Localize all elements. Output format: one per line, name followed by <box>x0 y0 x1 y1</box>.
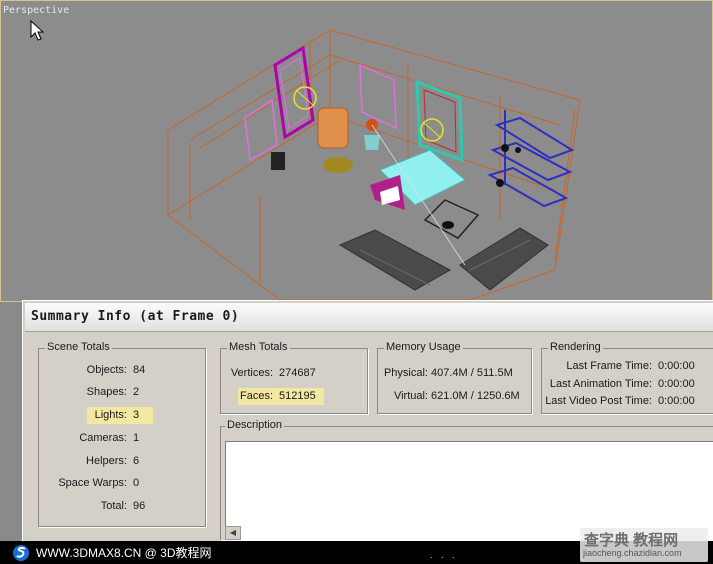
footer-dots: . . . <box>430 550 458 560</box>
dialog-title: Summary Info (at Frame 0) <box>31 309 240 324</box>
scene-totals-group: Scene Totals Objects: 84 Shapes: 2 Light… <box>38 341 206 527</box>
stat-label: Cameras: <box>79 432 127 444</box>
stat-label: Lights: <box>94 409 127 421</box>
description-legend: Description <box>225 419 285 431</box>
stat-value: 3 <box>133 409 140 421</box>
mesh-row-faces: Faces: 512195 <box>221 388 367 405</box>
perspective-viewport[interactable]: Perspective <box>0 0 713 302</box>
memory-label: Physical: <box>383 367 428 379</box>
stat-row-shapes: Shapes: 2 <box>39 386 205 400</box>
stat-row-total: Total: 96 <box>39 500 205 514</box>
memory-row-virtual: Virtual: 621.0M / 1250.6M <box>378 390 531 404</box>
stat-label: Space Warps: <box>58 477 127 489</box>
dialog-titlebar[interactable]: Summary Info (at Frame 0) <box>25 303 713 332</box>
memory-label: Virtual: <box>393 390 428 402</box>
watermark-url: jiaocheng.chazidian.com <box>583 548 682 558</box>
stat-value: 0 <box>133 477 140 489</box>
stat-value: 2 <box>133 386 140 398</box>
mesh-label: Faces: <box>239 390 273 402</box>
description-textarea[interactable] <box>225 441 713 540</box>
viewport-label[interactable]: Perspective <box>3 5 69 16</box>
stat-row-helpers: Helpers: 6 <box>39 455 205 469</box>
stat-row-objects: Objects: 84 <box>39 364 205 378</box>
render-value: 0:00:00 <box>658 395 695 407</box>
summary-info-dialog: Summary Info (at Frame 0) Scene Totals O… <box>22 300 713 541</box>
stat-value: 6 <box>133 455 140 467</box>
memory-row-physical: Physical: 407.4M / 511.5M <box>378 367 531 381</box>
site-credit-text: WWW.3DMAX8.CN @ 3D教程网 <box>36 546 212 560</box>
stat-label: Total: <box>100 500 127 512</box>
stat-value: 96 <box>133 500 146 512</box>
description-group: Description ◀ <box>220 419 713 540</box>
memory-usage-group: Memory Usage Physical: 407.4M / 511.5M V… <box>377 341 532 414</box>
render-row-last-video-post: Last Video Post Time: 0:00:00 <box>542 395 713 409</box>
stat-row-lights: Lights: 3 <box>39 407 205 424</box>
mouse-cursor-icon <box>30 20 44 41</box>
stat-value: 84 <box>133 364 146 376</box>
render-label: Last Video Post Time: <box>545 395 652 407</box>
scene-wireframe <box>167 29 581 301</box>
stat-label: Objects: <box>86 364 127 376</box>
memory-value: 407.4M / 511.5M <box>431 367 513 379</box>
render-label: Last Frame Time: <box>566 360 652 372</box>
stat-label: Shapes: <box>86 386 127 398</box>
stat-row-space-warps: Space Warps: 0 <box>39 477 205 491</box>
memory-value: 621.0M / 1250.6M <box>431 390 520 402</box>
stat-label: Helpers: <box>86 455 127 467</box>
mesh-totals-legend: Mesh Totals <box>227 341 290 353</box>
scroll-left-arrow-icon[interactable]: ◀ <box>225 526 241 540</box>
rendering-legend: Rendering <box>548 341 603 353</box>
mesh-totals-group: Mesh Totals Vertices: 274687 Faces: 5121… <box>220 341 368 414</box>
watermark: 查字典 教程网 jiaocheng.chazidian.com <box>580 528 708 562</box>
memory-usage-legend: Memory Usage <box>384 341 463 353</box>
stat-value: 1 <box>133 432 140 444</box>
rendering-group: Rendering Last Frame Time: 0:00:00 Last … <box>541 341 713 414</box>
site-logo-icon <box>13 545 29 561</box>
stat-row-cameras: Cameras: 1 <box>39 432 205 446</box>
watermark-name: 查字典 教程网 <box>584 532 679 549</box>
render-value: 0:00:00 <box>658 378 695 390</box>
render-label: Last Animation Time: <box>549 378 652 390</box>
mesh-row-vertices: Vertices: 274687 <box>221 367 367 381</box>
render-value: 0:00:00 <box>658 360 695 372</box>
mesh-label: Vertices: <box>230 367 273 379</box>
scene-totals-legend: Scene Totals <box>45 341 112 353</box>
mesh-value: 512195 <box>279 390 316 402</box>
mesh-value: 274687 <box>279 367 316 379</box>
render-row-last-animation: Last Animation Time: 0:00:00 <box>542 378 713 392</box>
render-row-last-frame: Last Frame Time: 0:00:00 <box>542 360 713 374</box>
